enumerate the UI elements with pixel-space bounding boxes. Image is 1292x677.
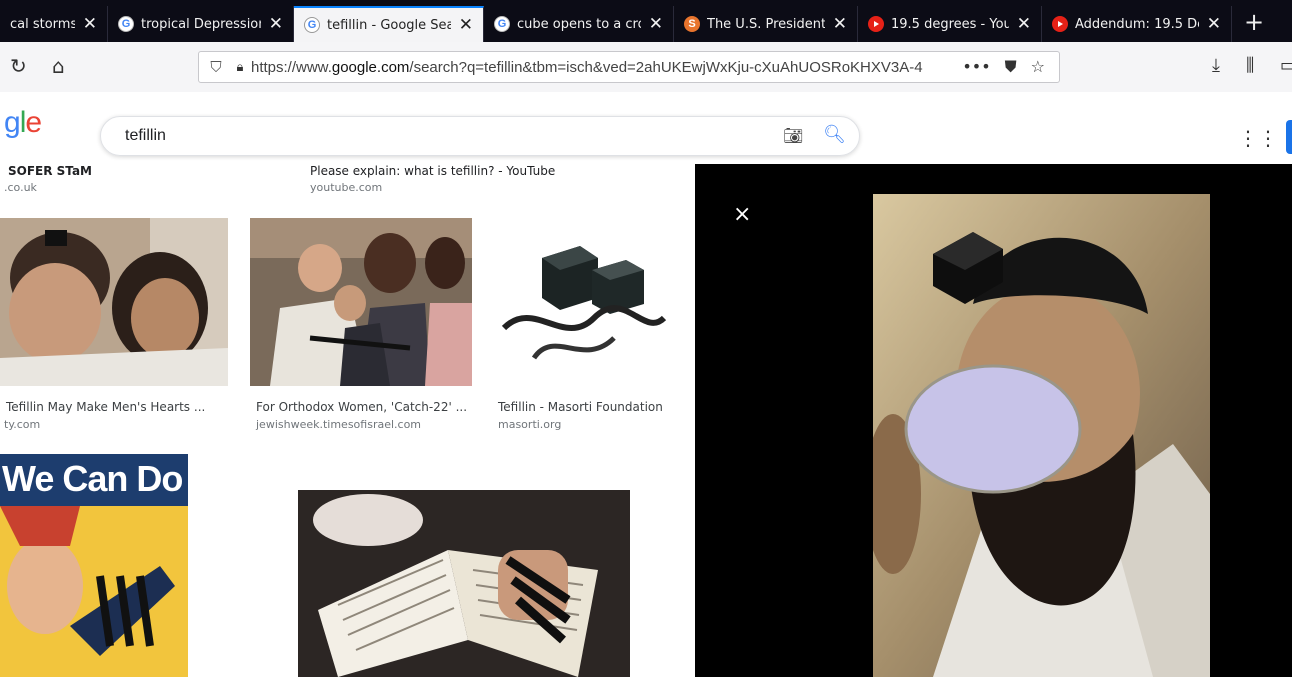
tab-title: The U.S. Presidentia [707, 16, 825, 32]
search-icon[interactable]: 🔍︎ [823, 124, 846, 145]
close-tab-icon[interactable]: ✕ [459, 15, 473, 35]
browser-tab-active[interactable]: G tefillin - Google Sear ✕ [294, 6, 484, 42]
home-icon[interactable]: ⌂ [52, 54, 65, 78]
result-source[interactable]: .co.uk [4, 181, 37, 194]
tab-title: cal storms - [10, 16, 75, 32]
tab-strip: cal storms - ✕ G tropical Depression ✕ G… [0, 0, 1292, 42]
youtube-favicon-icon [868, 16, 884, 32]
tab-title: 19.5 degrees - YouT [891, 16, 1009, 32]
close-tab-icon[interactable]: ✕ [649, 14, 663, 34]
close-preview-icon[interactable]: × [733, 202, 751, 227]
library-icon[interactable]: ⫼ [1246, 55, 1254, 76]
close-tab-icon[interactable]: ✕ [833, 14, 847, 34]
google-logo[interactable]: gle [4, 106, 42, 140]
tab-title: tropical Depression [141, 16, 261, 32]
close-tab-icon[interactable]: ✕ [269, 14, 283, 34]
tab-title: tefillin - Google Sear [327, 17, 451, 33]
result-caption[interactable]: SOFER STaM [8, 164, 92, 178]
browser-tab[interactable]: 19.5 degrees - YouT ✕ [858, 6, 1042, 42]
result-source[interactable]: ty.com [4, 418, 40, 431]
sign-in-button[interactable] [1286, 120, 1292, 154]
lock-icon[interactable]: 🔒︎ [229, 60, 251, 75]
youtube-favicon-icon [1052, 16, 1068, 32]
tab-title: cube opens to a cro [517, 16, 641, 32]
url-text[interactable]: https://www.google.com/search?q=tefillin… [251, 59, 948, 76]
image-results-grid: SOFER STaM .co.uk Please explain: what i… [0, 164, 695, 677]
apps-grid-icon[interactable]: ⋮⋮⋮ [1238, 126, 1292, 150]
result-thumbnail[interactable] [250, 218, 472, 386]
browser-tab[interactable]: Addendum: 19.5 De ✕ [1042, 6, 1232, 42]
tracking-shield-icon[interactable]: ⛉ [203, 58, 229, 76]
downloads-icon[interactable]: ⤓ [1212, 55, 1220, 76]
search-input[interactable]: tefillin 📷︎ 🔍︎ [100, 116, 860, 156]
google-favicon-icon: G [494, 16, 510, 32]
pocket-icon[interactable]: ⛊ [1005, 57, 1017, 77]
result-caption[interactable]: Please explain: what is tefillin? - YouT… [310, 164, 555, 178]
camera-search-icon[interactable]: 📷︎ [783, 126, 803, 145]
result-caption[interactable]: For Orthodox Women, 'Catch-22' ... [256, 400, 467, 414]
preview-image[interactable] [873, 194, 1210, 677]
result-source[interactable]: jewishweek.timesofisrael.com [256, 418, 421, 431]
navigation-bar: ↻ ⌂ ⛉ 🔒︎ https://www.google.com/search?q… [0, 42, 1292, 93]
google-favicon-icon: G [118, 16, 134, 32]
address-bar[interactable]: ⛉ 🔒︎ https://www.google.com/search?q=tef… [198, 51, 1060, 83]
result-source[interactable]: masorti.org [498, 418, 561, 431]
page-actions-icon[interactable]: ••• [962, 57, 990, 77]
browser-tab[interactable]: S The U.S. Presidentia ✕ [674, 6, 858, 42]
reload-icon[interactable]: ↻ [10, 54, 27, 78]
google-favicon-icon: G [304, 17, 320, 33]
tab-title: Addendum: 19.5 De [1075, 16, 1199, 32]
close-tab-icon[interactable]: ✕ [1017, 14, 1031, 34]
sidebar-icon[interactable]: ▭ [1280, 55, 1292, 76]
close-tab-icon[interactable]: ✕ [83, 14, 97, 34]
new-tab-icon[interactable]: + [1232, 8, 1276, 42]
browser-tab[interactable]: G tropical Depression ✕ [108, 6, 294, 42]
site-favicon-icon: S [684, 16, 700, 32]
result-thumbnail[interactable] [298, 490, 630, 677]
result-caption[interactable]: Tefillin - Masorti Foundation [498, 400, 663, 414]
result-thumbnail[interactable] [0, 218, 228, 386]
result-caption[interactable]: Tefillin May Make Men's Hearts ... [6, 400, 205, 414]
poster-text: We Can Do It! [2, 458, 188, 499]
result-thumbnail[interactable]: We Can Do It! [0, 454, 188, 677]
browser-tab[interactable]: G cube opens to a cro ✕ [484, 6, 674, 42]
google-header: gle tefillin 📷︎ 🔍︎ ⋮⋮⋮ [0, 92, 1292, 165]
close-tab-icon[interactable]: ✕ [1207, 14, 1221, 34]
result-source[interactable]: youtube.com [310, 181, 382, 194]
result-thumbnail[interactable] [494, 218, 676, 386]
bookmark-star-icon[interactable]: ☆ [1031, 57, 1045, 77]
search-query[interactable]: tefillin [125, 127, 166, 145]
browser-tab[interactable]: cal storms - ✕ [0, 6, 108, 42]
image-preview-panel: × [695, 164, 1292, 677]
